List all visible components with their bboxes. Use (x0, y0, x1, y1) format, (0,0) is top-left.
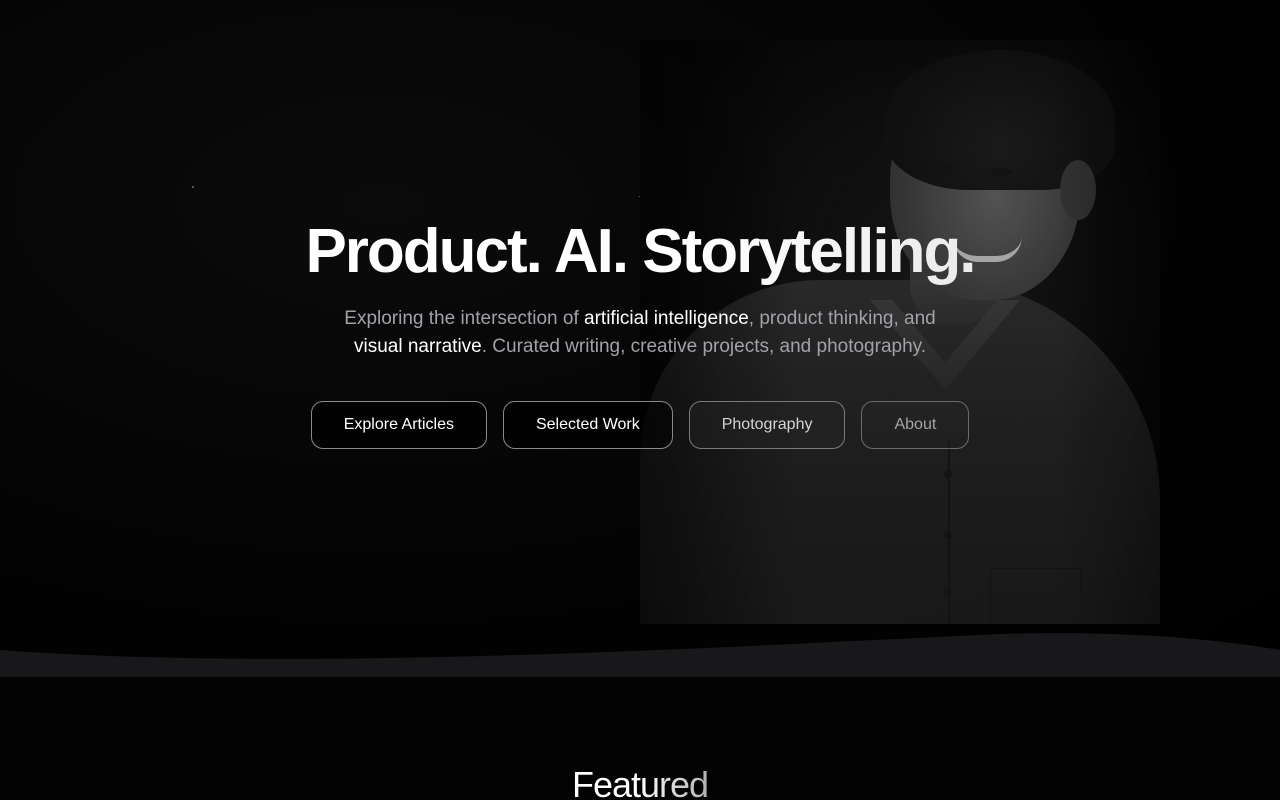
page: Product. AI. Storytelling. Exploring the… (0, 0, 1280, 800)
explore-articles-button[interactable]: Explore Articles (310, 401, 487, 449)
hero-subtitle: Exploring the intersection of artificial… (344, 308, 936, 357)
hero-cta-row: Explore Articles Selected Work Photograp… (0, 401, 1280, 449)
photography-button[interactable]: Photography (688, 401, 846, 449)
about-button[interactable]: About (861, 401, 970, 449)
hero-section: Product. AI. Storytelling. Exploring the… (0, 0, 1280, 680)
featured-heading: Featured (0, 763, 1280, 800)
hero-title: Product. AI. Storytelling. (0, 216, 1280, 288)
subtitle-highlight: artificial intelligence (584, 308, 749, 329)
selected-work-button[interactable]: Selected Work (502, 401, 673, 449)
section-divider-wave (0, 633, 1280, 680)
star-dot (192, 186, 194, 188)
subtitle-highlight: visual narrative (353, 336, 482, 357)
